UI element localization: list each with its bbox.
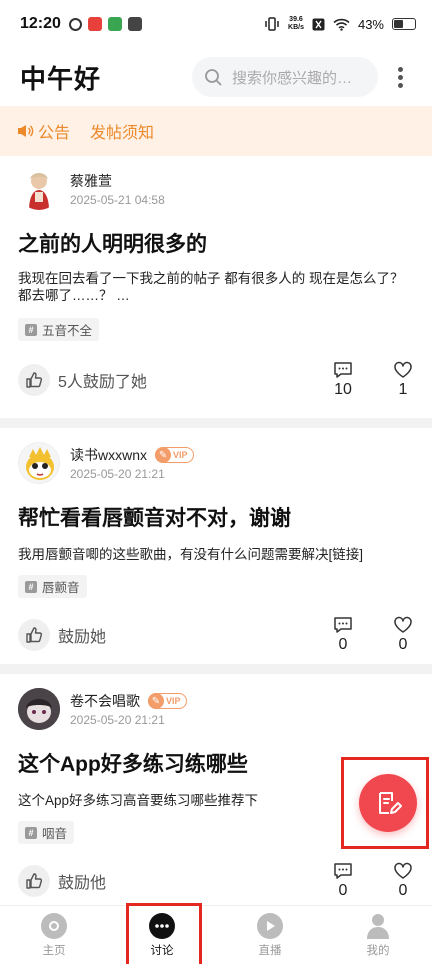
like-button[interactable]: 0 [392, 862, 414, 900]
cheer-text: 鼓励她 [58, 629, 107, 646]
author-name[interactable]: 读书wxxwnx [70, 445, 147, 465]
cheer-button[interactable] [18, 364, 50, 396]
bottom-nav: 主页 讨论 直播 我的 [0, 905, 432, 964]
post-tag[interactable]: # 咽音 [18, 821, 75, 844]
comment-count: 10 [334, 381, 352, 398]
header: 中午好 搜索你感兴趣的… [0, 48, 432, 106]
search-icon [205, 69, 222, 86]
battery-percent: 43% [357, 16, 384, 32]
comment-button[interactable]: 0 [332, 616, 354, 654]
status-bar: 12:20 39.6 KB/s 43% [0, 0, 432, 48]
post-date: 2025-05-21 04:58 [70, 193, 165, 207]
like-count: 0 [398, 882, 408, 899]
notification-app-icon-2 [87, 17, 102, 31]
nav-home[interactable]: 主页 [0, 906, 108, 964]
like-count: 1 [398, 381, 408, 398]
nav-live-label: 直播 [258, 944, 282, 957]
posting-rules-label: 发帖须知 [90, 125, 155, 142]
divider [0, 418, 432, 428]
nfc-icon [312, 18, 325, 30]
nav-live[interactable]: 直播 [216, 906, 324, 964]
search-input[interactable]: 搜索你感兴趣的… [192, 57, 378, 97]
compose-post-button[interactable] [359, 774, 417, 832]
edit-note-icon [379, 792, 402, 814]
speaker-icon [18, 125, 34, 137]
avatar[interactable] [18, 688, 60, 730]
profile-icon [367, 913, 389, 939]
nav-home-label: 主页 [42, 944, 66, 957]
announcement-label: 公告 [38, 125, 71, 142]
wifi-icon [333, 18, 350, 31]
author-name[interactable]: 蔡雅萱 [70, 171, 112, 191]
divider [0, 664, 432, 674]
heart-icon [394, 361, 412, 378]
post-body[interactable]: 我现在回去看了一下我之前的帖子 都有很多人的 现在是怎么了？ 都去哪了……？ … [18, 270, 414, 304]
tag-label: 咽音 [42, 827, 68, 841]
net-speed-unit: KB/s [288, 24, 304, 31]
cheer-button[interactable] [18, 865, 50, 897]
tag-label: 五音不全 [42, 324, 93, 338]
battery-icon [392, 18, 416, 30]
tag-label: 唇颤音 [42, 581, 80, 595]
notification-icons [68, 17, 142, 31]
live-icon [257, 912, 283, 939]
comment-icon [334, 863, 352, 879]
avatar[interactable] [18, 442, 60, 484]
post-card[interactable]: 读书wxxwnx ✎ VIP 2025-05-20 21:21 帮忙看看唇颤音对不… [0, 428, 432, 664]
post-date: 2025-05-20 21:21 [70, 467, 165, 481]
comment-icon [334, 362, 352, 378]
like-button[interactable]: 1 [392, 361, 414, 399]
post-card[interactable]: 蔡雅萱 2025-05-21 04:58 之前的人明明很多的 我现在回去看了一下… [0, 156, 432, 418]
vip-label: VIP [173, 450, 188, 460]
search-placeholder: 搜索你感兴趣的… [232, 69, 353, 87]
notification-app-icon-3 [107, 17, 122, 31]
nav-mine[interactable]: 我的 [324, 906, 432, 964]
nav-mine-label: 我的 [366, 944, 390, 957]
cheer-button[interactable] [18, 619, 50, 651]
page-title: 中午好 [20, 63, 102, 94]
vibrate-icon [265, 17, 279, 31]
thumbs-up-icon [26, 627, 43, 643]
post-body[interactable]: 我用唇颤音唧的这些歌曲，有没有什么问题需要解决[链接] [18, 546, 414, 563]
more-menu-icon[interactable] [388, 66, 412, 88]
thumbs-up-icon [26, 372, 43, 388]
post-tag[interactable]: # 五音不全 [18, 318, 100, 341]
post-title[interactable]: 之前的人明明很多的 [18, 228, 414, 258]
comment-count: 0 [338, 636, 348, 653]
author-name[interactable]: 卷不会唱歌 [70, 691, 140, 711]
status-time: 12:20 [20, 15, 61, 32]
cheer-text: 5人鼓励了她 [58, 374, 147, 391]
post-tag[interactable]: # 唇颤音 [18, 575, 87, 598]
comment-button[interactable]: 10 [332, 361, 354, 399]
vip-mic-icon: ✎ [155, 447, 172, 463]
comment-button[interactable]: 0 [332, 862, 354, 900]
post-date: 2025-05-20 21:21 [70, 713, 165, 727]
hash-icon: # [25, 323, 37, 336]
heart-icon [394, 616, 412, 633]
post-title[interactable]: 帮忙看看唇颤音对不对，谢谢 [18, 502, 414, 532]
net-speed-value: 39.6 [289, 16, 303, 23]
announcement-link[interactable]: 公告 [16, 119, 70, 143]
posting-rules-link[interactable]: 发帖须知 [90, 119, 154, 143]
like-button[interactable]: 0 [392, 616, 414, 654]
thumbs-up-icon [26, 873, 43, 889]
avatar[interactable] [18, 168, 60, 210]
hash-icon: # [25, 580, 37, 593]
vip-badge: ✎ VIP [155, 447, 194, 463]
nav-highlight-box [126, 903, 202, 964]
comment-count: 0 [338, 882, 348, 899]
like-count: 0 [398, 636, 408, 653]
notice-bar: 公告 发帖须知 [0, 106, 432, 156]
notification-app-icon-1 [68, 17, 82, 31]
vip-label: VIP [166, 696, 181, 706]
vip-mic-icon: ✎ [148, 693, 164, 709]
notification-app-icon-4 [127, 17, 142, 31]
home-icon [41, 912, 67, 939]
vip-badge: ✎ VIP [148, 693, 187, 709]
net-speed: 39.6 KB/s [288, 16, 304, 32]
hash-icon: # [25, 826, 37, 839]
comment-icon [334, 617, 352, 633]
heart-icon [394, 862, 412, 879]
cheer-text: 鼓励他 [58, 875, 107, 892]
